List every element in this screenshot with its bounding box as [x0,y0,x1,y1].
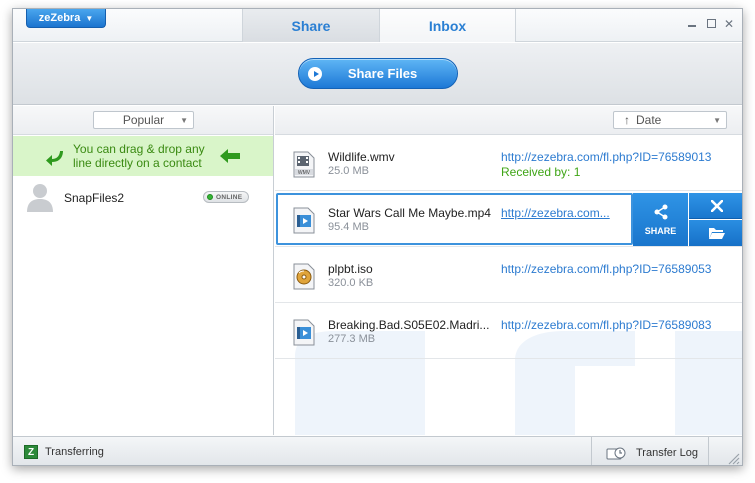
files-header: ↑ Date ▼ [275,106,742,135]
wmv-file-icon: WMV [293,151,315,178]
file-name: Star Wars Call Me Maybe.mp4 [328,206,491,220]
close-icon [710,199,723,212]
contact-item[interactable]: SnapFiles2 ONLINE [13,178,273,218]
status-badge-label: ONLINE [216,193,243,201]
app-window: zeZebra ▼ Share Inbox ✕ Share Files Popu… [12,8,743,466]
maximize-button[interactable] [705,18,717,30]
share-icon [654,204,667,219]
file-link[interactable]: http://zezebra.com/fl.php?ID=76589053 [501,262,711,276]
file-row-selected[interactable]: Star Wars Call Me Maybe.mp4 95.4 MB http… [275,192,742,247]
file-row[interactable]: Breaking.Bad.S05E02.Madri... 277.3 MB ht… [275,304,742,359]
file-link[interactable]: http://zezebra.com/fl.php?ID=76589013 [501,150,711,164]
online-dot-icon [207,194,213,200]
share-files-button[interactable]: Share Files [298,58,458,89]
file-size: 25.0 MB [328,165,369,177]
video-file-icon [293,319,315,346]
folder-icon [708,228,725,239]
file-name: Breaking.Bad.S05E02.Madri... [328,318,490,332]
svg-text:WMV: WMV [298,170,311,176]
toolbar: Share Files [13,43,742,105]
transfer-log-button[interactable]: Transfer Log [591,437,709,465]
close-icon: ✕ [723,17,735,31]
play-icon [308,66,322,81]
curved-arrow-icon [46,151,63,166]
file-link[interactable]: http://zezebra.com... [501,206,610,220]
file-size: 277.3 MB [328,333,376,345]
share-action-label: SHARE [644,225,677,236]
minimize-button[interactable] [686,18,698,30]
chevron-down-icon: ▼ [85,13,94,23]
avatar-icon [27,184,53,212]
iso-file-icon [293,263,315,290]
received-count: Received by: 1 [501,165,581,179]
tab-share[interactable]: Share [242,9,379,42]
file-row[interactable]: plpbt.iso 320.0 KB http://zezebra.com/fl… [275,248,742,303]
contacts-header: Popular ▼ [13,106,273,135]
contacts-sort-label: Popular [122,113,165,127]
file-name: Wildlife.wmv [328,150,395,164]
sort-ascending-icon: ↑ [624,113,630,127]
drag-drop-hint: You can drag & drop any line directly on… [13,136,273,176]
title-bar: zeZebra ▼ Share Inbox ✕ [13,9,742,42]
video-file-icon [293,207,315,234]
file-name: plpbt.iso [328,262,373,276]
file-row[interactable]: WMV Wildlife.wmv 25.0 MB http://zezebra.… [275,136,742,191]
remove-file-button[interactable] [689,193,742,219]
dropdown-arrow-icon: ▼ [180,116,188,125]
close-window-button[interactable]: ✕ [723,18,735,30]
clock-icon [606,447,626,459]
contact-name: SnapFiles2 [64,191,125,205]
open-folder-button[interactable] [689,220,742,246]
share-files-label: Share Files [347,66,418,81]
brand-menu-button[interactable]: zeZebra ▼ [26,9,106,28]
minimize-icon [688,25,696,27]
brand-label: zeZebra [38,12,81,24]
file-link[interactable]: http://zezebra.com/fl.php?ID=76589083 [501,318,711,332]
contacts-sort-select[interactable]: Popular ▼ [93,111,194,129]
tab-inbox[interactable]: Inbox [379,9,516,42]
share-action-button[interactable]: SHARE [633,193,688,246]
contacts-pane: Popular ▼ You can drag & drop any line d… [13,106,274,435]
hint-text: You can drag & drop any line directly on… [73,142,205,170]
status-bar: Z Transferring Transfer Log [13,436,742,465]
dropdown-arrow-icon: ▼ [713,116,721,125]
file-size: 320.0 KB [328,277,374,289]
resize-grip-icon[interactable] [726,451,740,465]
tab-share-label: Share [291,17,331,34]
maximize-icon [706,19,716,28]
tab-inbox-label: Inbox [428,17,467,34]
files-pane: ↑ Date ▼ WMV Wildlife.wmv 25.0 MB http:/… [275,106,742,435]
files-sort-label: Date [636,113,662,127]
arrow-left-icon [220,149,240,163]
zezebra-logo-icon: Z [24,445,38,459]
files-sort-select[interactable]: ↑ Date ▼ [613,111,727,129]
status-badge: ONLINE [203,191,249,203]
file-size: 95.4 MB [328,221,369,233]
transfer-log-label: Transfer Log [636,446,698,459]
status-text: Transferring [45,446,104,458]
